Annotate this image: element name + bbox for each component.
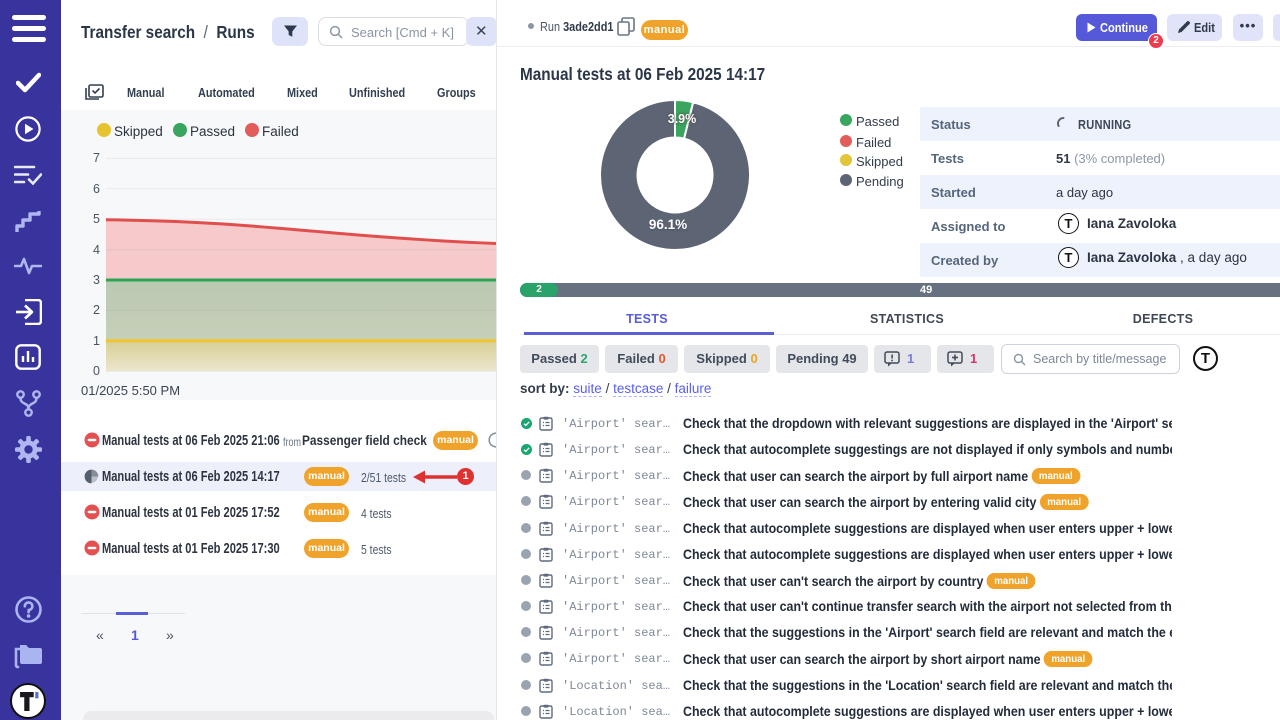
svg-text:96.1%: 96.1% <box>649 217 687 232</box>
svg-text:3.9%: 3.9% <box>668 112 697 126</box>
